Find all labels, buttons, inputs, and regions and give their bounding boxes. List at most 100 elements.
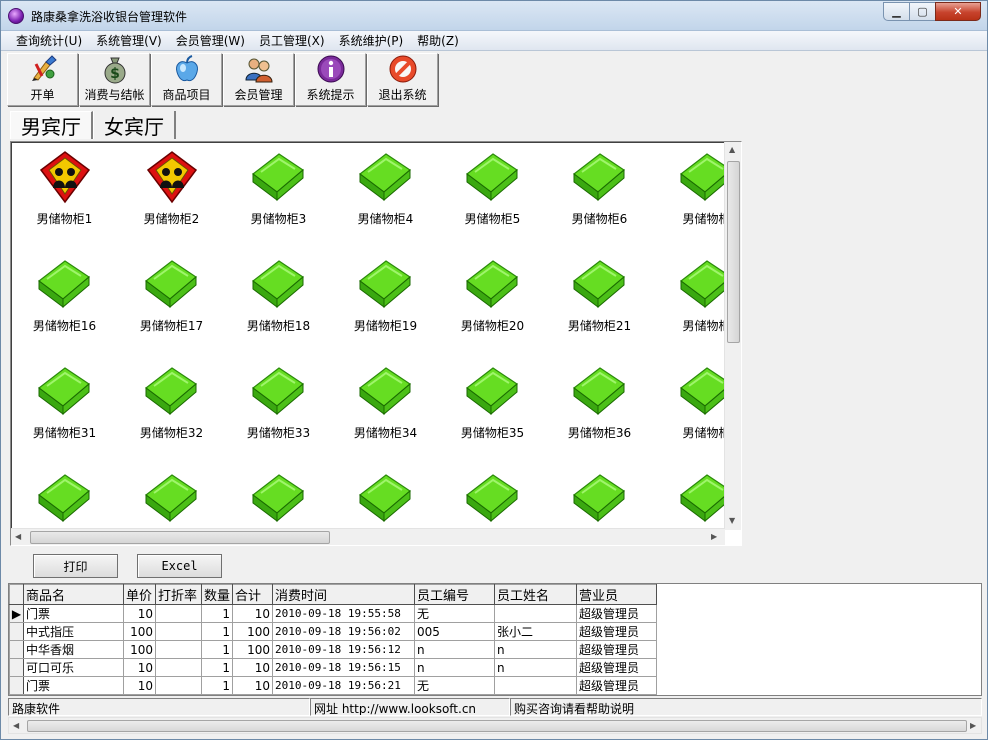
table-row[interactable]: 门票 10 1 10 2010-09-18 19:56:21 无超级管理员 [9,676,658,695]
table-cell: n [414,658,496,677]
locker-name: 男储物柜20 [460,319,525,333]
horizontal-scroll-thumb[interactable] [30,531,330,544]
table-horizontal-scrollbar[interactable]: ◀ ▶ [8,717,982,734]
scroll-down-arrow-icon[interactable]: ▼ [729,516,735,525]
system-tip-button[interactable]: 系统提示 [295,53,366,106]
member-management-button[interactable]: 会员管理 [223,53,294,106]
column-header[interactable]: 消费时间 [272,584,416,605]
locker-item[interactable] [546,463,653,530]
locker-item[interactable]: 男储物柜2 [118,142,225,249]
table-cell: n [494,640,578,659]
print-button[interactable]: 打印 [33,554,118,578]
column-header[interactable]: 营业员 [576,584,658,605]
locker-item[interactable] [653,463,725,530]
vertical-scroll-thumb[interactable] [727,161,740,343]
menu-help[interactable]: 帮助(Z) [410,32,466,49]
locker-item[interactable]: 男储物柜17 [118,249,225,356]
tab-male-hall[interactable]: 男宾厅 [10,111,93,139]
locker-item[interactable]: 男储物柜 [653,142,725,249]
locker-item[interactable] [11,463,118,530]
locker-name: 男储物柜 [682,319,725,333]
locker-item[interactable]: 男储物柜21 [546,249,653,356]
locker-item[interactable]: 男储物柜 [653,249,725,356]
menu-system-management[interactable]: 系统管理(V) [89,32,169,49]
system-tip-label: 系统提示 [306,88,355,102]
table-cell: 2010-09-18 19:56:12 [272,640,416,659]
scroll-up-arrow-icon[interactable]: ▲ [729,145,735,154]
locker-item[interactable]: 男储物柜6 [546,142,653,249]
locker-item[interactable]: 男储物柜34 [332,356,439,463]
table-row[interactable]: 可口可乐 10 1 10 2010-09-18 19:56:15 n n 超级管理员 [9,658,658,677]
locker-item[interactable]: 男储物柜19 [332,249,439,356]
free-locker-icon [680,474,725,523]
locker-item[interactable]: 男储物柜18 [225,249,332,356]
checkout-label: 消费与结帐 [84,88,145,102]
excel-export-button[interactable]: Excel [137,554,222,578]
open-order-label: 开单 [30,88,55,102]
locker-name: 男储物柜3 [250,212,307,226]
menu-staff-management[interactable]: 员工管理(X) [252,32,332,49]
locker-name: 男储物柜17 [139,319,204,333]
locker-item[interactable]: 男储物柜32 [118,356,225,463]
locker-grid-vertical-scrollbar[interactable]: ▲ ▼ [724,142,741,530]
column-header[interactable]: 数量 [200,584,234,605]
locker-item[interactable]: 男储物柜 [653,356,725,463]
row-indicator-header [9,584,24,605]
menu-query-stats[interactable]: 查询统计(U) [9,32,89,49]
occupied-locker-icon [39,151,91,204]
table-scroll-right-arrow-icon[interactable]: ▶ [970,721,976,730]
locker-item[interactable] [225,463,332,530]
locker-item[interactable]: 男储物柜31 [11,356,118,463]
goods-items-button[interactable]: 商品项目 [151,53,222,106]
table-row[interactable]: ▶ 门票 10 1 10 2010-09-18 19:55:58 无超级管理员 [9,604,658,623]
locker-name: 男储物柜2 [143,212,200,226]
scroll-left-arrow-icon[interactable]: ◀ [15,532,21,541]
locker-item[interactable]: 男储物柜35 [439,356,546,463]
table-horizontal-scroll-thumb[interactable] [27,720,967,732]
table-row[interactable]: 中华香烟 100 1 100 2010-09-18 19:56:12 n n 超级管理员 [9,640,658,659]
locker-item[interactable]: 男储物柜20 [439,249,546,356]
column-header[interactable]: 员工编号 [414,584,496,605]
free-locker-icon [252,153,304,202]
menu-member-management[interactable]: 会员管理(W) [169,32,252,49]
goods-items-label: 商品项目 [162,88,211,102]
table-cell: 中华香烟 [23,640,124,659]
free-locker-icon [145,367,197,416]
column-header[interactable]: 员工姓名 [494,584,578,605]
locker-name: 男储物柜16 [32,319,97,333]
column-header[interactable]: 合计 [232,584,274,605]
locker-item[interactable]: 男储物柜1 [11,142,118,249]
locker-grid-horizontal-scrollbar[interactable]: ◀ ▶ [11,528,725,545]
column-header[interactable]: 打折率 [155,584,202,605]
table-cell: 1 [200,604,234,623]
locker-item[interactable]: 男储物柜33 [225,356,332,463]
locker-item[interactable] [439,463,546,530]
table-scroll-left-arrow-icon[interactable]: ◀ [13,721,19,730]
locker-item[interactable]: 男储物柜16 [11,249,118,356]
table-cell: 2010-09-18 19:56:21 [272,676,416,695]
scroll-right-arrow-icon[interactable]: ▶ [711,532,717,541]
table-cell: 超级管理员 [576,658,658,677]
column-header[interactable]: 商品名 [23,584,124,605]
exit-system-button[interactable]: 退出系统 [367,53,438,106]
brush-icon [31,55,57,81]
open-order-button[interactable]: 开单 [7,53,78,106]
locker-item[interactable]: 男储物柜3 [225,142,332,249]
free-locker-icon [573,367,625,416]
locker-item[interactable]: 男储物柜5 [439,142,546,249]
table-row[interactable]: 中式指压 100 1 100 2010-09-18 19:56:02 005 张小二 超级管理… [9,622,658,641]
locker-item[interactable]: 男储物柜4 [332,142,439,249]
locker-name: 男储物柜31 [32,426,97,440]
menu-system-maintenance[interactable]: 系统维护(P) [332,32,411,49]
maximize-button[interactable]: ▢ [909,2,936,21]
checkout-button[interactable]: $ 消费与结帐 [79,53,150,106]
minimize-button[interactable]: ▁ [883,2,910,21]
locker-item[interactable] [118,463,225,530]
tab-female-hall[interactable]: 女宾厅 [93,111,176,139]
table-cell [155,640,202,659]
locker-item[interactable] [332,463,439,530]
close-button[interactable]: ✕ [935,2,981,21]
locker-item[interactable]: 男储物柜36 [546,356,653,463]
column-header[interactable]: 单价 [123,584,156,605]
table-cell: 超级管理员 [576,640,658,659]
